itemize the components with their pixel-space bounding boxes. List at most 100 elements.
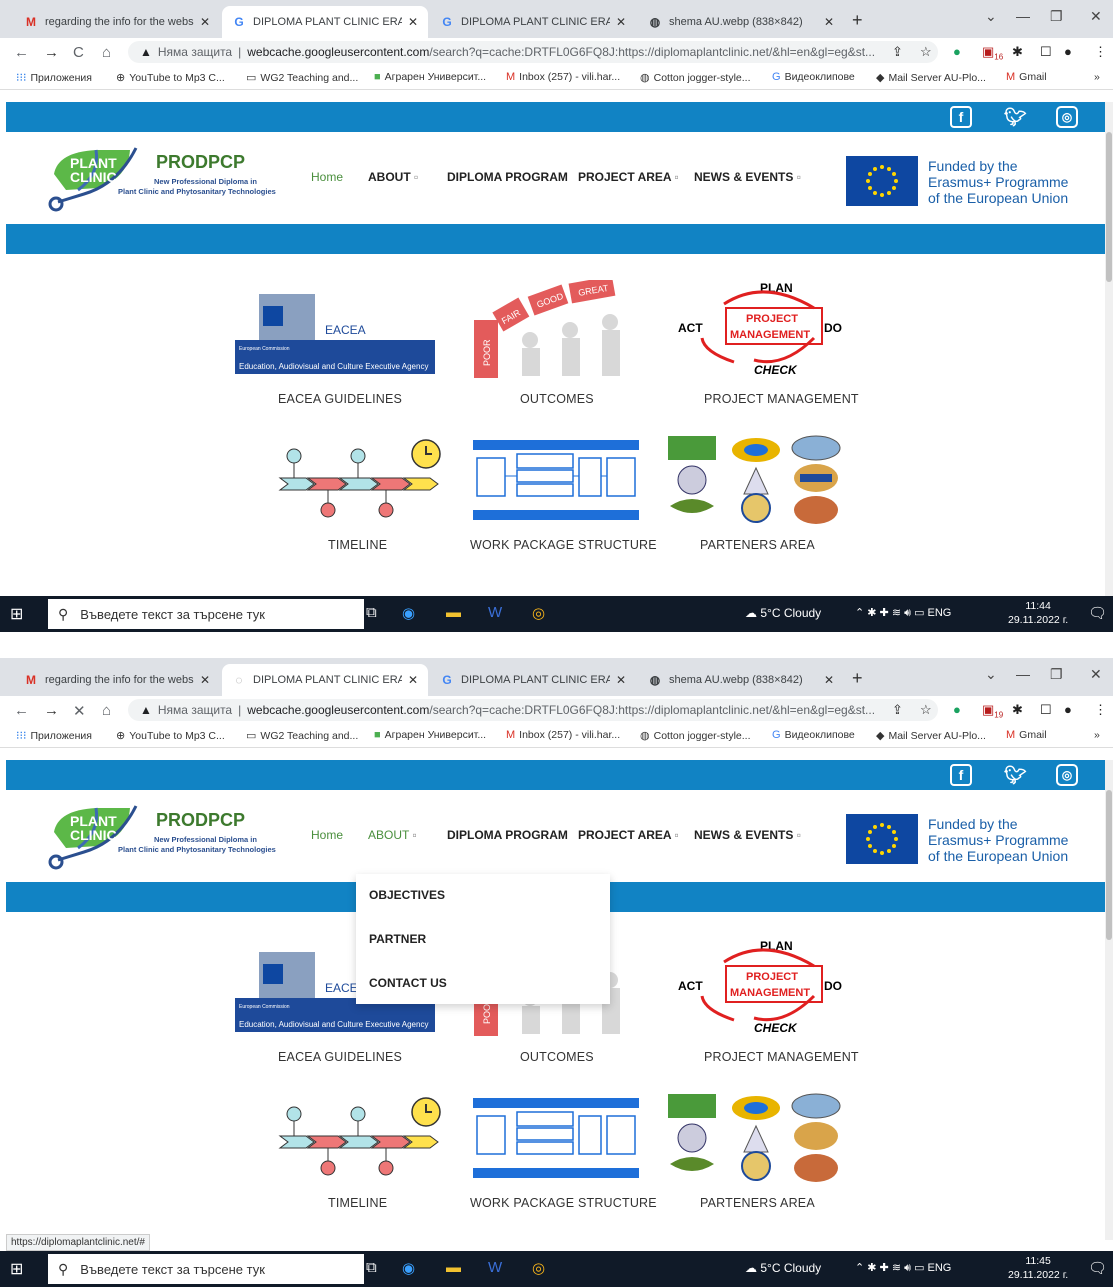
close-window-button[interactable]: ✕ xyxy=(1090,8,1102,25)
bookmark-item[interactable]: ■ Аграрен Университ... xyxy=(374,729,486,741)
file-explorer-icon[interactable]: ▬ xyxy=(446,1259,461,1276)
facebook-icon[interactable]: f xyxy=(950,106,972,128)
avatar[interactable]: ● xyxy=(1064,44,1072,59)
tab-diploma[interactable]: GDIPLOMA PLANT CLINIC ERASMU✕ xyxy=(430,664,636,696)
nav-news-events[interactable]: NEWS & EVENTS ▫ xyxy=(694,828,801,842)
sidepanel-icon[interactable]: ☐ xyxy=(1040,702,1052,718)
more-bookmarks-icon[interactable]: » xyxy=(1094,729,1100,741)
extension-badge-icon[interactable]: ▣19 xyxy=(982,702,1003,720)
clock[interactable]: 11:44 29.11.2022 г. xyxy=(1008,599,1068,627)
clock[interactable]: 11:45 29.11.2022 г. xyxy=(1008,1254,1068,1282)
extension-badge-icon[interactable]: ▣16 xyxy=(982,44,1003,62)
minimize-button[interactable]: — xyxy=(1016,666,1030,682)
forward-icon[interactable]: → xyxy=(44,44,59,61)
reload-icon[interactable]: C xyxy=(73,44,84,61)
url-field[interactable]: ▲ Няма защита | webcache.googleusercontent.… xyxy=(128,41,938,63)
restore-button[interactable]: ❐ xyxy=(1050,8,1063,25)
tab-gmail[interactable]: Mregarding the info for the websit ✕ xyxy=(14,6,220,38)
bookmark-item[interactable]: ◍ Cotton jogger-style... xyxy=(640,71,751,85)
tab-diploma-active[interactable]: ◌DIPLOMA PLANT CLINIC ERASMU✕ xyxy=(222,664,428,696)
more-bookmarks-icon[interactable]: » xyxy=(1094,71,1100,83)
close-window-button[interactable]: ✕ xyxy=(1090,666,1102,683)
nav-diploma-program[interactable]: DIPLOMA PROGRAM xyxy=(447,828,568,842)
star-icon[interactable]: ☆ xyxy=(920,44,932,60)
site-logo[interactable]: PLANT CLINIC PRODPCP New Professional Di… xyxy=(36,802,296,872)
star-icon[interactable]: ☆ xyxy=(920,702,932,718)
puzzle-icon[interactable]: ✱ xyxy=(1012,44,1023,60)
minimize-button[interactable]: — xyxy=(1016,8,1030,24)
chrome-icon[interactable]: ◎ xyxy=(532,1259,545,1277)
nav-news-events[interactable]: NEWS & EVENTS ▫ xyxy=(694,170,801,184)
menu-item-partner[interactable]: PARTNER xyxy=(369,932,426,946)
page-scrollbar[interactable] xyxy=(1105,760,1113,1240)
nav-project-area[interactable]: PROJECT AREA ▫ xyxy=(578,828,679,842)
url-field[interactable]: ▲ Няма защита | webcache.googleusercontent.… xyxy=(128,699,938,721)
close-icon[interactable]: ✕ xyxy=(408,15,418,29)
new-tab-button[interactable]: + xyxy=(852,10,863,31)
weather-widget[interactable]: ☁ 5°C Cloudy xyxy=(745,1261,821,1275)
close-icon[interactable]: ✕ xyxy=(824,673,834,687)
nav-about[interactable]: ABOUT ▫ xyxy=(368,828,417,842)
bookmark-item[interactable]: ◆ Mail Server AU-Plo... xyxy=(876,71,986,85)
new-tab-button[interactable]: + xyxy=(852,668,863,689)
bookmark-item[interactable]: ⊕ YouTube to Mp3 C... xyxy=(116,71,225,85)
file-explorer-icon[interactable]: ▬ xyxy=(446,604,461,621)
nav-home[interactable]: Home xyxy=(311,828,343,842)
close-icon[interactable]: ✕ xyxy=(200,15,210,29)
instagram-icon[interactable]: ◎ xyxy=(1056,106,1078,128)
grammarly-icon[interactable]: ● xyxy=(953,44,961,59)
tab-diploma-active[interactable]: GDIPLOMA PLANT CLINIC ERASMU✕ xyxy=(222,6,428,38)
menu-item-objectives[interactable]: OBJECTIVES xyxy=(369,888,445,902)
notifications-icon[interactable]: 🗨︎ xyxy=(1088,1259,1107,1277)
forward-icon[interactable]: → xyxy=(44,702,59,719)
nav-home[interactable]: Home xyxy=(311,170,343,184)
bookmark-item[interactable]: M Inbox (257) - vili.har... xyxy=(506,729,620,741)
close-icon[interactable]: ✕ xyxy=(408,673,418,687)
bookmark-item[interactable]: G Видеоклипове xyxy=(772,71,855,83)
weather-widget[interactable]: ☁ 5°C Cloudy xyxy=(745,606,821,620)
nav-diploma-program[interactable]: DIPLOMA PROGRAM xyxy=(447,170,568,184)
system-tray[interactable]: ⌃ ✱ ✚ ≋ 🔊︎ ▭ ENG xyxy=(855,606,951,620)
twitter-icon[interactable]: 🐦︎ xyxy=(1004,764,1027,786)
windows-start-icon[interactable]: ⊞ xyxy=(10,604,23,624)
instagram-icon[interactable]: ◎ xyxy=(1056,764,1078,786)
tab-search-icon[interactable]: ⌄ xyxy=(985,666,997,683)
nav-about[interactable]: ABOUT ▫ xyxy=(368,170,418,184)
windows-start-icon[interactable]: ⊞ xyxy=(10,1259,23,1279)
page-scrollbar[interactable] xyxy=(1105,102,1113,596)
bookmark-item[interactable]: ▭ WG2 Teaching and... xyxy=(246,729,358,743)
back-icon[interactable]: ← xyxy=(14,44,29,61)
tab-search-icon[interactable]: ⌄ xyxy=(985,8,997,25)
bookmark-item[interactable]: ■ Аграрен Университ... xyxy=(374,71,486,83)
bookmark-item[interactable]: ⊕ YouTube to Mp3 C... xyxy=(116,729,225,743)
site-logo[interactable]: PLANT CLINIC PRODPCP New Professional Di… xyxy=(36,144,296,214)
menu-icon[interactable]: ⋮ xyxy=(1094,44,1107,60)
system-tray[interactable]: ⌃ ✱ ✚ ≋ 🔊︎ ▭ ENG xyxy=(855,1261,951,1275)
tab-webp[interactable]: ◍ shema AU.webp (838×842) ✕ xyxy=(638,664,844,696)
bookmark-item[interactable]: M Gmail xyxy=(1006,729,1047,741)
restore-button[interactable]: ❐ xyxy=(1050,666,1063,683)
bookmark-item[interactable]: ⁝⁝⁝ Приложения xyxy=(16,71,92,85)
notifications-icon[interactable]: 🗨︎ xyxy=(1088,604,1107,622)
chrome-icon[interactable]: ◎ xyxy=(532,604,545,622)
back-icon[interactable]: ← xyxy=(14,702,29,719)
bookmark-item[interactable]: ◆ Mail Server AU-Plo... xyxy=(876,729,986,743)
puzzle-icon[interactable]: ✱ xyxy=(1012,702,1023,718)
menu-item-contact-us[interactable]: CONTACT US xyxy=(369,976,447,990)
close-icon[interactable]: ✕ xyxy=(616,673,626,687)
bookmark-item[interactable]: ⁝⁝⁝ Приложения xyxy=(16,729,92,743)
menu-icon[interactable]: ⋮ xyxy=(1094,702,1107,718)
close-icon[interactable]: ✕ xyxy=(824,15,834,29)
bookmark-item[interactable]: G Видеоклипове xyxy=(772,729,855,741)
bookmark-item[interactable]: ▭ WG2 Teaching and... xyxy=(246,71,358,85)
task-view-icon[interactable]: ⧉ xyxy=(366,604,377,621)
bookmark-item[interactable]: ◍ Cotton jogger-style... xyxy=(640,729,751,743)
bookmark-item[interactable]: M Inbox (257) - vili.har... xyxy=(506,71,620,83)
scrollbar-thumb[interactable] xyxy=(1106,132,1112,282)
edge-icon[interactable]: ◉ xyxy=(402,1259,415,1277)
home-icon[interactable]: ⌂ xyxy=(102,702,111,719)
tab-webp[interactable]: ◍ shema AU.webp (838×842) ✕ xyxy=(638,6,844,38)
stop-icon[interactable]: ✕ xyxy=(73,702,86,720)
word-icon[interactable]: W xyxy=(488,604,502,621)
avatar[interactable]: ● xyxy=(1064,702,1072,717)
